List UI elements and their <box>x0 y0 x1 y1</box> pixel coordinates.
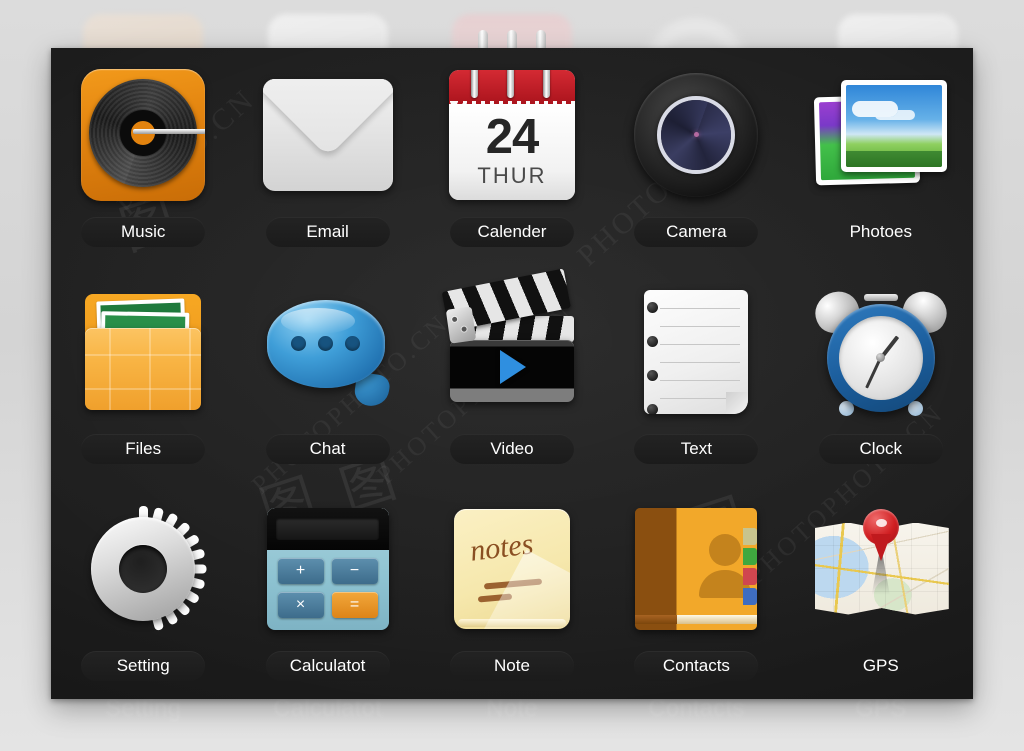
app-label-pill: Setting <box>81 650 206 681</box>
music-vinyl-icon[interactable] <box>75 67 211 203</box>
app-label-pill: Chat <box>265 433 390 464</box>
app-label-pill: Calculatot <box>265 650 390 681</box>
app-tile-music[interactable]: Music <box>51 48 235 265</box>
app-label: Email <box>306 221 349 241</box>
calculator-display <box>266 507 389 550</box>
app-label: Contacts <box>662 655 730 675</box>
app-label: Calculatot <box>289 655 366 675</box>
ghost-label: Note <box>486 695 538 722</box>
app-label: Camera <box>666 221 727 241</box>
folder-icon[interactable] <box>75 284 211 420</box>
app-label-pill: Email <box>265 216 390 247</box>
app-label-pill: Contacts <box>634 650 759 681</box>
app-label-pill: Note <box>449 650 574 681</box>
app-label: Text <box>680 438 712 458</box>
app-tile-photos[interactable]: Photoes <box>789 48 973 265</box>
calculator-key-plus[interactable]: + <box>277 557 324 584</box>
app-tile-setting[interactable]: Setting <box>51 482 235 699</box>
app-label: GPS <box>862 655 899 675</box>
app-tile-contacts[interactable]: Contacts <box>604 482 788 699</box>
ghost-label: Setting <box>105 695 182 722</box>
calendar-icon[interactable]: 24 THUR <box>444 67 580 203</box>
calculator-icon[interactable]: + − × = <box>260 501 396 637</box>
map-pin-icon[interactable] <box>813 501 949 637</box>
notepad-icon[interactable] <box>628 284 764 420</box>
app-tile-camera[interactable]: Camera <box>604 48 788 265</box>
app-label: Files <box>125 438 162 458</box>
app-label-pill: Calender <box>449 216 574 247</box>
app-label-pill: Music <box>81 216 206 247</box>
envelope-icon[interactable] <box>260 67 396 203</box>
sticky-note-icon[interactable]: notes <box>444 501 580 637</box>
calendar-day: 24 <box>485 110 540 165</box>
app-label: Calender <box>477 221 547 241</box>
app-tile-email[interactable]: Email <box>235 48 419 265</box>
app-label: Photoes <box>849 221 912 241</box>
calculator-key-times[interactable]: × <box>277 591 324 618</box>
app-label-pill: Video <box>449 433 574 464</box>
app-tile-video[interactable]: Video <box>420 265 604 482</box>
icon-panel: PHOTO.CN PHOTOPHOTO.CN PHOTOPHOTO PHOTOP… <box>51 48 973 699</box>
app-tile-clock[interactable]: Clock <box>789 265 973 482</box>
app-label: Clock <box>859 438 903 458</box>
ghost-label: Contacts <box>648 695 745 722</box>
app-label-pill: GPS <box>819 651 943 681</box>
calculator-key-minus[interactable]: − <box>331 557 378 584</box>
app-label-pill: Clock <box>818 433 943 464</box>
app-tile-files[interactable]: Files <box>51 265 235 482</box>
app-label: Music <box>120 221 166 241</box>
calculator-key-equals[interactable]: = <box>331 591 378 618</box>
gear-icon[interactable] <box>75 501 211 637</box>
ghost-label-row-bottom: Setting Calculatot Note Contacts GPS <box>51 695 973 741</box>
app-label: Chat <box>309 438 346 458</box>
address-book-icon[interactable] <box>628 501 764 637</box>
calendar-weekday: THUR <box>477 162 547 188</box>
chat-bubble-icon[interactable] <box>260 284 396 420</box>
ghost-label: GPS <box>855 695 907 722</box>
app-label-pill: Photoes <box>819 217 943 247</box>
app-tile-calculator[interactable]: + − × = Calculatot <box>235 482 419 699</box>
play-icon <box>500 349 527 384</box>
camera-lens-icon[interactable] <box>628 67 764 203</box>
app-label: Note <box>494 655 530 675</box>
ghost-label: Calculatot <box>273 695 382 722</box>
photo-stack-icon[interactable] <box>813 67 949 203</box>
app-tile-gps[interactable]: GPS <box>789 482 973 699</box>
app-tile-note[interactable]: notes Note <box>420 482 604 699</box>
app-label: Setting <box>116 655 170 675</box>
clapperboard-icon[interactable] <box>441 267 580 420</box>
app-label-pill: Text <box>634 433 759 464</box>
note-handwriting: notes <box>468 526 536 568</box>
app-tile-chat[interactable]: Chat <box>235 265 419 482</box>
app-icon-grid: Music Email 24 THUR Calender Camera Phot… <box>51 48 973 699</box>
app-label-pill: Camera <box>634 216 759 247</box>
app-label-pill: Files <box>81 433 206 464</box>
alarm-clock-icon[interactable] <box>808 284 954 420</box>
app-tile-calendar[interactable]: 24 THUR Calender <box>420 48 604 265</box>
app-label: Video <box>490 438 534 458</box>
app-tile-text[interactable]: Text <box>604 265 788 482</box>
